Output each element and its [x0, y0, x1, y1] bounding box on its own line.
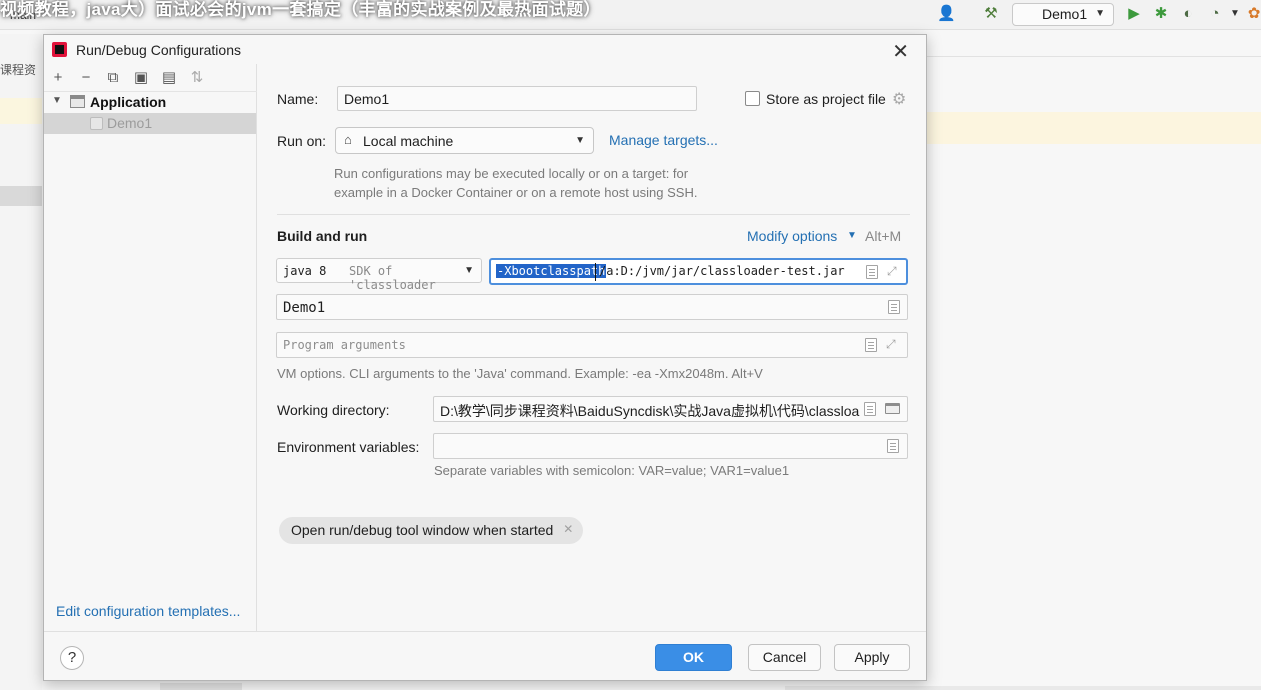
profile-icon[interactable]: ◔ [1206, 5, 1224, 23]
highlight-band [0, 98, 42, 124]
close-button[interactable]: ✕ [892, 39, 909, 64]
edit-templates-link[interactable]: Edit configuration templates... [56, 603, 240, 619]
editor-divider [927, 56, 1261, 57]
main-class-field[interactable]: Demo1 [276, 294, 908, 320]
program-arguments-field[interactable]: Program arguments ⤢ [276, 332, 908, 358]
home-icon: ⌂ [344, 132, 352, 147]
add-icon[interactable]: + [48, 68, 68, 88]
main-class-value: Demo1 [283, 300, 326, 316]
expand-icon[interactable]: ⤢ [886, 337, 896, 352]
gray-block [0, 186, 42, 206]
document-icon[interactable] [866, 265, 878, 279]
expand-icon[interactable]: ⤢ [887, 264, 897, 279]
document-icon[interactable] [864, 402, 876, 416]
status-fragment [785, 686, 1261, 690]
section-divider [277, 214, 910, 215]
environment-variables-label: Environment variables: [277, 439, 420, 455]
user-icon[interactable]: 👤 [937, 5, 956, 23]
working-directory-label: Working directory: [277, 402, 390, 418]
name-label: Name: [277, 91, 319, 107]
dialog-titlebar: Run/Debug Configurations ✕ [44, 35, 926, 64]
environment-variables-hint: Separate variables with semicolon: VAR=v… [434, 463, 790, 478]
debug-icon[interactable]: ✱ [1152, 5, 1170, 23]
sort-icon[interactable]: ⇅ [187, 68, 207, 88]
document-icon[interactable] [887, 439, 899, 453]
run-debug-dialog: Run/Debug Configurations ✕ + − ⧉ ▣ ▤ ⇅ ▼… [43, 34, 927, 681]
name-value: Demo1 [344, 91, 390, 107]
vm-options-hint: VM options. CLI arguments to the 'Java' … [277, 366, 763, 381]
new-folder-icon[interactable]: ▤ [159, 68, 179, 88]
environment-variables-field[interactable] [433, 433, 908, 459]
ok-button[interactable]: OK [655, 644, 732, 671]
run-config-dropdown[interactable]: Demo1 ▼ [1012, 3, 1114, 26]
text-cursor [595, 263, 596, 281]
coverage-icon[interactable]: ◐ [1179, 5, 1197, 23]
remove-icon[interactable]: − [76, 68, 96, 88]
chevron-down-icon: ▼ [1095, 8, 1105, 19]
vm-options-field[interactable]: -Xbootclasspath /a:D:/jvm/jar/classloade… [489, 258, 908, 285]
chevron-down-icon[interactable]: ▼ [847, 230, 857, 241]
run-on-hint-line1: Run configurations may be executed local… [334, 166, 689, 181]
document-icon[interactable] [888, 300, 900, 314]
build-hammer-icon[interactable]: ⚒ [982, 5, 1000, 23]
plugin-icon[interactable]: ✿ [1245, 5, 1261, 23]
jdk-version: java 8 [283, 264, 327, 278]
apply-button[interactable]: Apply [834, 644, 910, 671]
document-icon[interactable] [865, 338, 877, 352]
tree-node-label: Application [90, 94, 167, 110]
configurations-pane: + − ⧉ ▣ ▤ ⇅ ▼ Application Demo1 Edit con… [44, 64, 257, 631]
dialog-footer: ? OK Cancel Apply [44, 631, 926, 680]
ide-toolbar: main 视频教程，java大）面试必会的jvm一套搞定（丰富的实战案例及最热面… [0, 0, 1261, 30]
vm-options-selected-text: -Xbootclasspath [496, 264, 607, 278]
run-on-hint-line2: example in a Docker Container or on a re… [334, 185, 698, 200]
tree-node-label: Demo1 [107, 115, 153, 131]
status-fragment [160, 683, 242, 690]
store-as-project-checkbox[interactable] [745, 91, 760, 106]
manage-targets-link[interactable]: Manage targets... [609, 132, 718, 148]
copy-icon[interactable]: ⧉ [103, 68, 123, 88]
run-on-dropdown[interactable]: ⌂ Local machine ▼ [335, 127, 594, 154]
folder-icon[interactable] [885, 403, 900, 414]
store-as-project-label[interactable]: Store as project file [766, 91, 886, 107]
run-config-label: Demo1 [1042, 6, 1088, 22]
run-icon[interactable]: ▶ [1125, 5, 1143, 23]
working-directory-value: D:\教学\同步课程资料\BaiduSyncdisk\实战Java虚拟机\代码\… [440, 403, 860, 419]
config-icon [90, 117, 103, 130]
chevron-down-icon: ▼ [464, 265, 474, 276]
gear-icon[interactable]: ⚙ [892, 89, 906, 109]
intellij-logo-icon [52, 42, 67, 57]
name-field[interactable]: Demo1 [337, 86, 697, 111]
option-chip-tool-window[interactable]: Open run/debug tool window when started … [279, 517, 584, 544]
modify-options-shortcut: Alt+M [865, 228, 902, 244]
ide-side-strip [0, 34, 42, 690]
chevron-down-icon[interactable]: ▼ [52, 95, 62, 106]
more-run-chevron-icon[interactable]: ▼ [1226, 5, 1244, 23]
working-directory-field[interactable]: D:\教学\同步课程资料\BaiduSyncdisk\实战Java虚拟机\代码\… [433, 396, 908, 422]
editor-highlight-line [927, 112, 1261, 144]
option-chip-label: Open run/debug tool window when started [291, 522, 554, 538]
dialog-title: Run/Debug Configurations [76, 42, 241, 58]
vm-options-text: /a:D:/jvm/jar/classloader-test.jar [599, 264, 845, 278]
configuration-form: Name: Demo1 Store as project file ⚙ Run … [258, 64, 926, 631]
help-button[interactable]: ? [60, 646, 84, 670]
tree-node-demo1[interactable]: Demo1 [44, 113, 256, 134]
close-icon[interactable]: ✕ [563, 522, 573, 536]
run-on-value: Local machine [363, 133, 454, 149]
modify-options-link[interactable]: Modify options [747, 228, 837, 244]
video-overlay-title: 视频教程，java大）面试必会的jvm一套搞定（丰富的实战案例及最热面试题） [0, 0, 601, 19]
side-text: 课程资 [0, 63, 37, 77]
section-title-build-run: Build and run [277, 228, 368, 244]
save-icon[interactable]: ▣ [131, 68, 151, 88]
application-icon [70, 95, 85, 108]
configurations-toolbar: + − ⧉ ▣ ▤ ⇅ [44, 64, 257, 92]
run-on-label: Run on: [277, 133, 327, 149]
chevron-down-icon: ▼ [575, 135, 585, 146]
cancel-button[interactable]: Cancel [748, 644, 821, 671]
jdk-dropdown[interactable]: java 8 SDK of 'classloader ▼ [276, 258, 482, 292]
tree-node-application[interactable]: ▼ Application [44, 92, 256, 113]
jdk-source: SDK of 'classloader [349, 264, 436, 292]
program-arguments-placeholder: Program arguments [283, 338, 406, 352]
